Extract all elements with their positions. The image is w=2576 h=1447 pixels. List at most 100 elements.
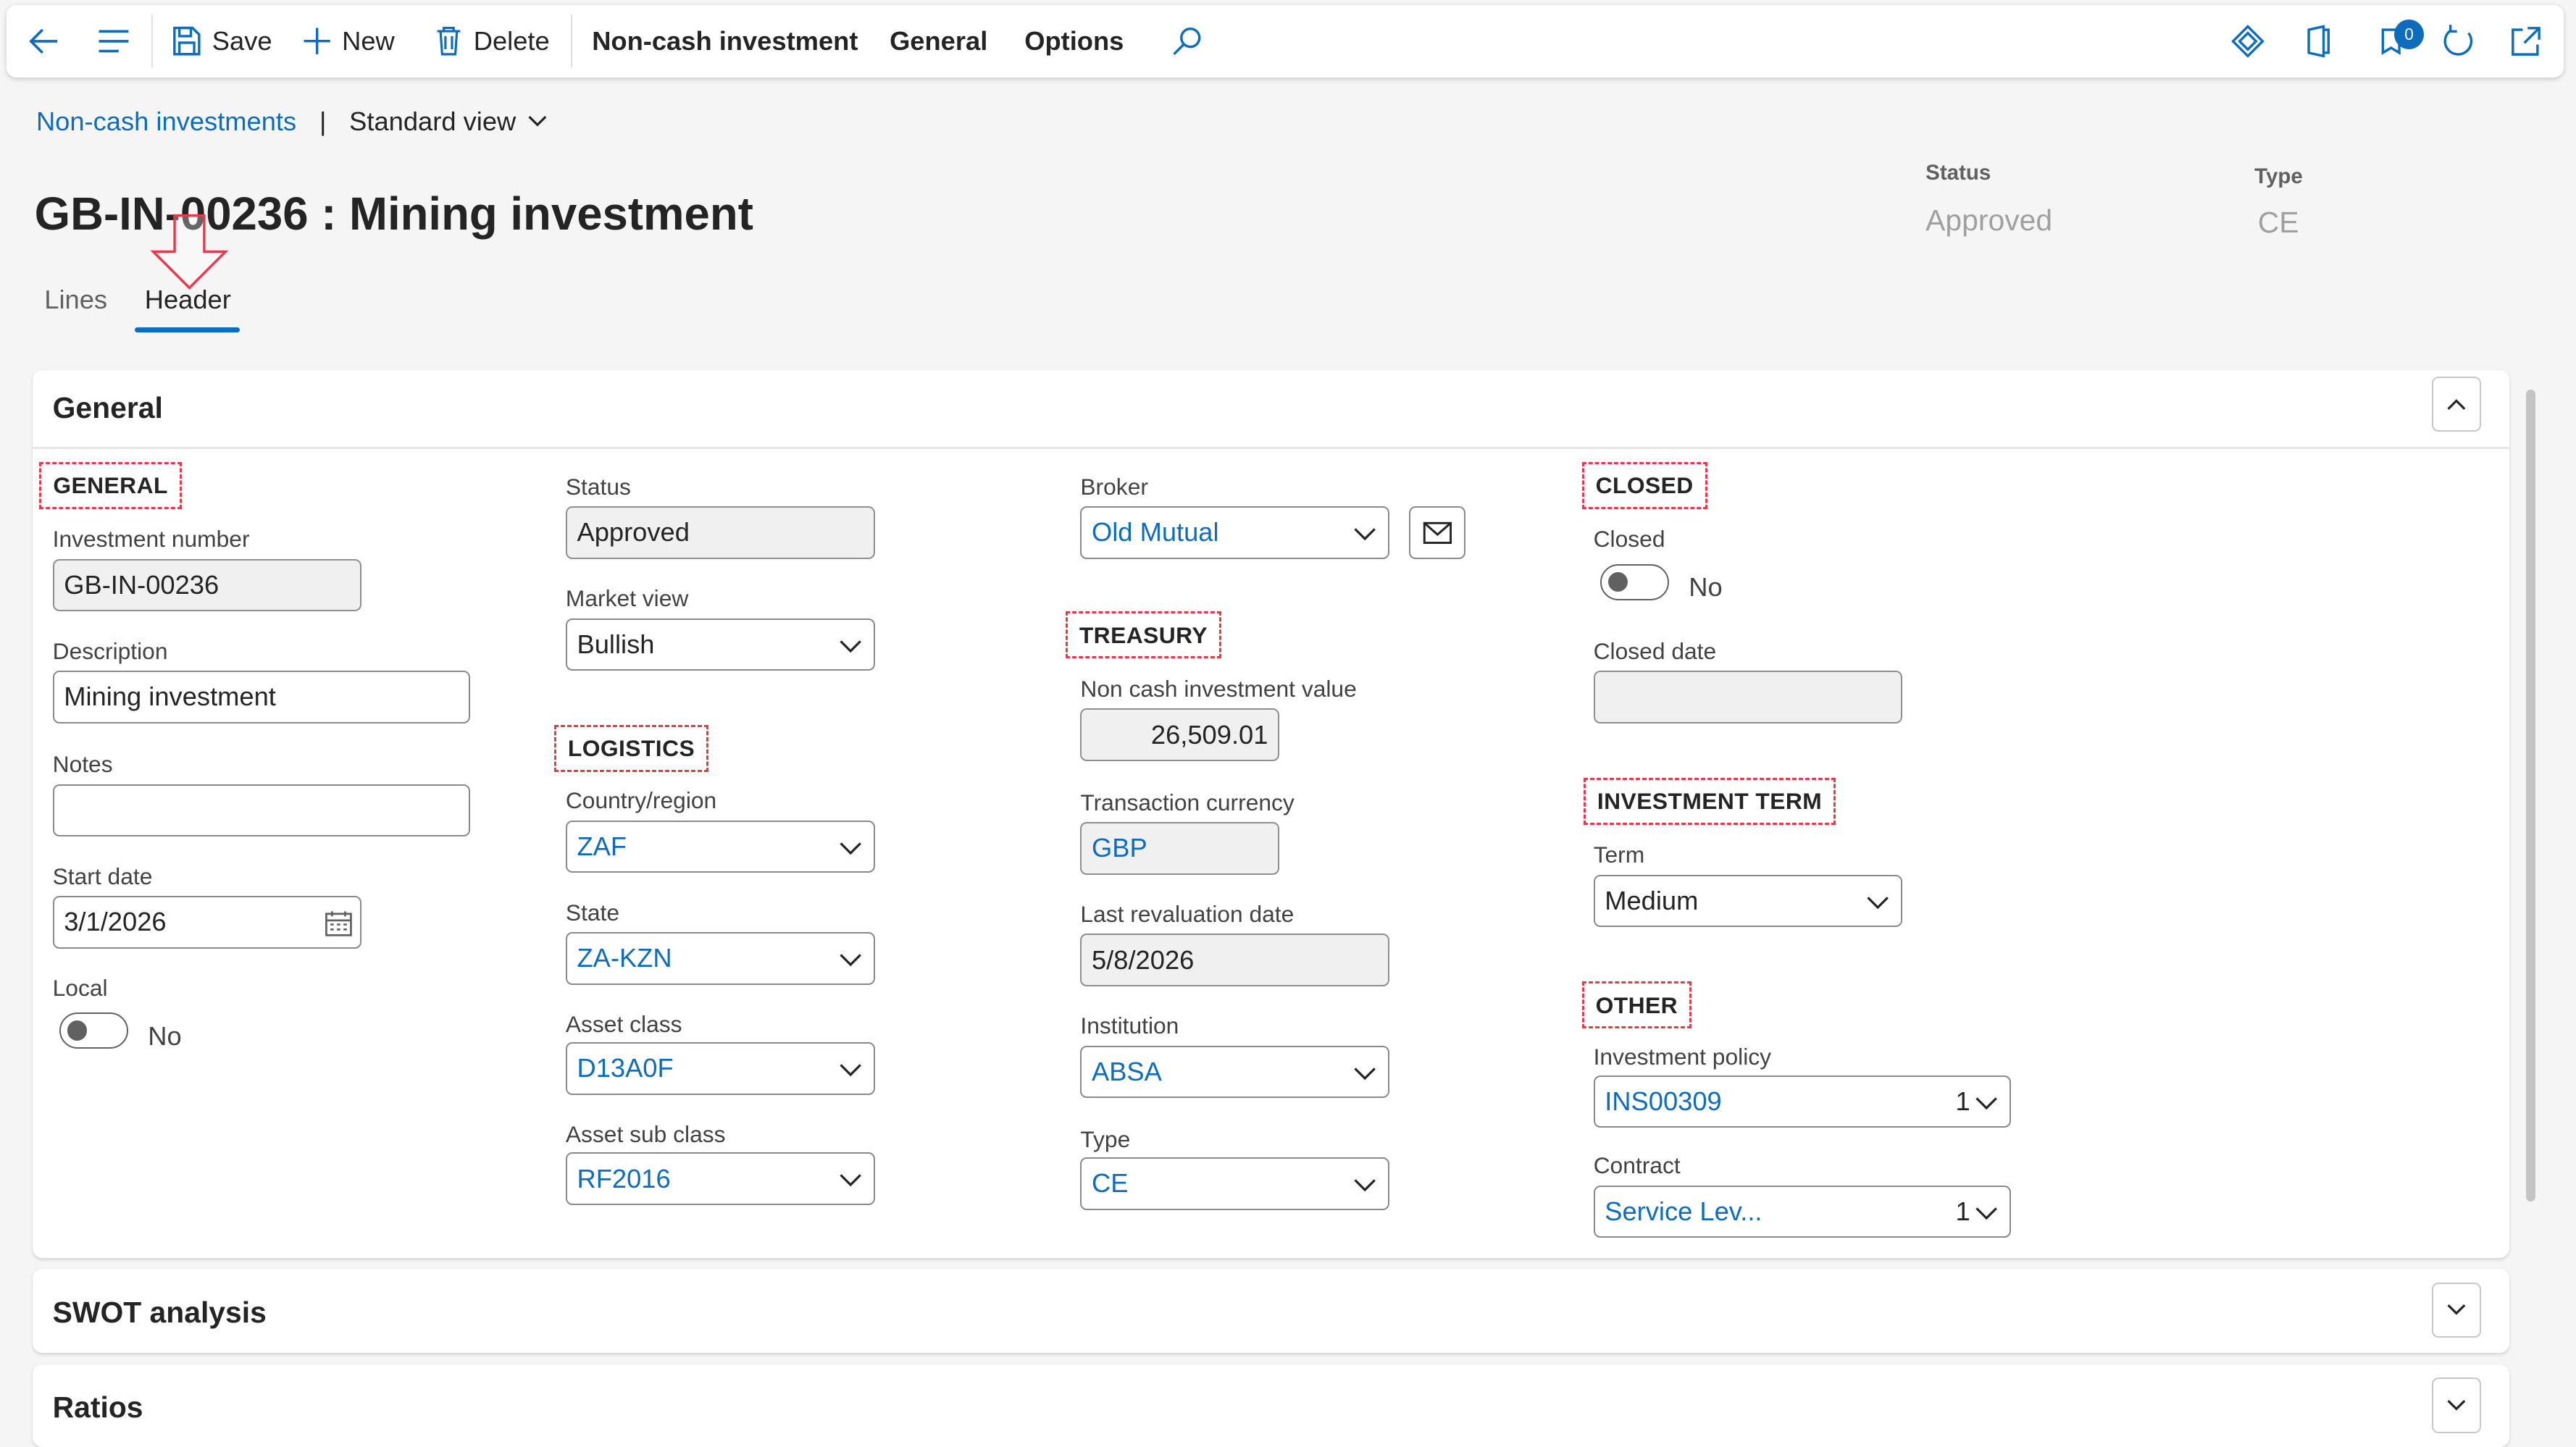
collapse-general-button[interactable] (2432, 376, 2481, 432)
asset-class-select[interactable]: D13A0F (565, 1042, 875, 1095)
asset-class-value: D13A0F (577, 1053, 674, 1083)
notes-label: Notes (52, 751, 113, 778)
investment-number-field[interactable]: GB-IN-00236 (52, 558, 362, 612)
status-label: Status (565, 473, 631, 500)
toolbar-divider (570, 14, 572, 68)
asset-sub-class-select[interactable]: RF2016 (565, 1152, 875, 1205)
chevron-down-icon (1975, 1096, 1998, 1110)
chevron-down-icon (1975, 1207, 1998, 1220)
open-new-window-button[interactable] (2508, 5, 2544, 77)
broker-email-button[interactable] (1409, 506, 1465, 559)
chevron-down-icon (1867, 897, 1889, 909)
chevron-down-icon (2447, 1304, 2466, 1315)
state-label: State (565, 899, 620, 926)
term-label: Term (1593, 842, 1645, 868)
new-button[interactable]: New (301, 5, 395, 77)
save-button[interactable]: Save (170, 5, 272, 77)
save-icon (172, 26, 201, 56)
type-select[interactable]: CE (1080, 1157, 1390, 1210)
closed-date-label: Closed date (1593, 637, 1717, 664)
currency-field[interactable]: GBP (1080, 822, 1280, 875)
institution-select[interactable]: ABSA (1080, 1045, 1390, 1099)
calendar-icon[interactable] (324, 909, 354, 939)
trash-icon (437, 26, 461, 56)
group-general-header: GENERAL (39, 461, 182, 509)
ratios-section[interactable]: Ratios (33, 1364, 2509, 1447)
chevron-down-icon (1354, 528, 1376, 541)
office-button[interactable] (2302, 5, 2335, 77)
asset-sub-class-value: RF2016 (577, 1163, 671, 1194)
institution-value: ABSA (1091, 1057, 1162, 1087)
menu-button[interactable] (96, 5, 132, 77)
expand-swot-button[interactable] (2432, 1282, 2481, 1338)
contract-select[interactable]: Service Lev... 1 (1593, 1185, 2012, 1238)
tab-header[interactable]: Header (145, 285, 231, 315)
policy-count: 1 (1955, 1086, 1970, 1116)
chevron-down-icon (840, 1174, 861, 1187)
closed-toggle[interactable] (1599, 563, 1670, 600)
refresh-button[interactable] (2441, 5, 2477, 77)
policy-label: Investment policy (1593, 1044, 1772, 1070)
mail-icon (1423, 521, 1452, 544)
local-value: No (148, 1020, 182, 1051)
search-button[interactable] (1171, 5, 1203, 77)
menu-noncash-investment[interactable]: Non-cash investment (592, 5, 858, 77)
broker-select[interactable]: Old Mutual (1080, 506, 1390, 559)
chevron-down-icon (840, 954, 861, 967)
delete-button[interactable]: Delete (434, 5, 550, 77)
group-logistics-header: LOGISTICS (553, 725, 708, 773)
refresh-icon (2443, 25, 2472, 56)
status-field[interactable]: Approved (565, 506, 875, 559)
currency-label: Transaction currency (1080, 789, 1295, 815)
chevron-down-icon (840, 842, 861, 855)
closed-date-field[interactable] (1593, 671, 1903, 724)
broker-label: Broker (1080, 473, 1148, 500)
term-select[interactable]: Medium (1593, 874, 1903, 928)
type-value: CE (1091, 1168, 1129, 1199)
tab-lines[interactable]: Lines (44, 285, 107, 315)
expand-ratios-button[interactable] (2432, 1377, 2481, 1433)
contract-count: 1 (1955, 1196, 1970, 1226)
action-toolbar: Save New Delete Non-cash investment Gene… (7, 4, 2564, 77)
chevron-down-icon (528, 116, 547, 127)
breadcrumb-separator: | (319, 106, 327, 136)
institution-label: Institution (1080, 1012, 1179, 1039)
state-select[interactable]: ZA-KZN (565, 932, 875, 985)
market-view-select[interactable]: Bullish (565, 618, 875, 671)
page-title: GB-IN-00236 : Mining investment (34, 188, 753, 240)
header-type-value: CE (2257, 205, 2299, 239)
market-view-value: Bullish (577, 629, 655, 659)
policy-select[interactable]: INS00309 1 (1593, 1075, 2012, 1128)
power-apps-button[interactable] (2230, 5, 2266, 77)
chevron-down-icon (2447, 1399, 2466, 1411)
chevron-down-icon (1354, 1179, 1376, 1192)
start-date-field[interactable]: 3/1/2026 (52, 896, 362, 949)
delete-label: Delete (473, 25, 550, 56)
last-reval-field[interactable]: 5/8/2026 (1080, 934, 1390, 986)
menu-options[interactable]: Options (1024, 5, 1124, 77)
toggle-knob (1607, 571, 1628, 592)
back-button[interactable] (26, 5, 62, 77)
country-select[interactable]: ZAF (565, 820, 875, 873)
breadcrumb-link[interactable]: Non-cash investments (36, 106, 296, 137)
page-scrollbar[interactable] (2525, 389, 2536, 1202)
pop-out-icon (2511, 26, 2541, 56)
view-selector[interactable]: Standard view (349, 106, 548, 137)
menu-general[interactable]: General (890, 5, 987, 77)
description-field[interactable]: Mining investment (52, 671, 471, 724)
asset-sub-class-label: Asset sub class (565, 1121, 726, 1148)
chevron-down-icon (840, 639, 861, 653)
hamburger-icon (99, 30, 129, 53)
country-label: Country/region (565, 787, 717, 814)
country-value: ZAF (577, 831, 627, 862)
type-label: Type (1080, 1125, 1131, 1152)
local-toggle[interactable] (59, 1012, 129, 1049)
general-section: General GENERAL Investment number GB-IN-… (33, 369, 2509, 1258)
swot-section[interactable]: SWOT analysis (33, 1269, 2509, 1354)
noncash-value-field[interactable]: 26,509.01 (1080, 708, 1280, 761)
description-label: Description (52, 637, 168, 664)
market-view-label: Market view (565, 585, 689, 612)
save-label: Save (212, 25, 272, 56)
closed-label: Closed (1593, 526, 1665, 553)
notes-field[interactable] (52, 784, 471, 837)
